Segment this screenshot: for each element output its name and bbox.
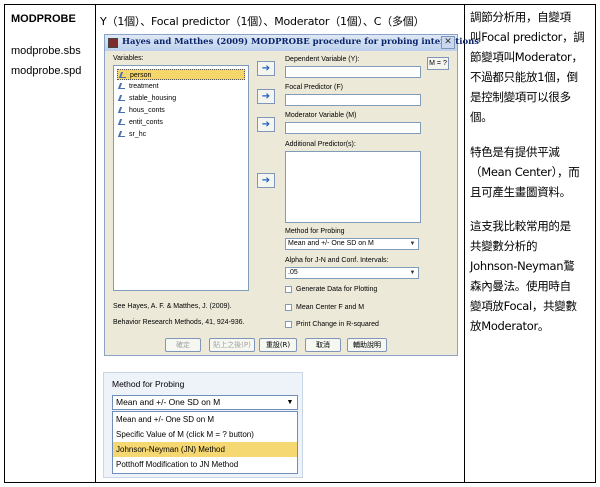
method-select[interactable]: Mean and +/- One SD on M ▼ xyxy=(285,238,419,250)
cancel-button[interactable]: 取消 xyxy=(305,338,341,352)
method-option[interactable]: Specific Value of M (click M = ? button) xyxy=(113,427,297,442)
variable-item[interactable]: sr_hc xyxy=(117,129,245,140)
move-to-focal-button[interactable]: ➔ xyxy=(257,89,275,104)
additional-predictors-list[interactable] xyxy=(285,151,421,223)
moderator-label: Moderator Variable (M) xyxy=(285,112,357,119)
description-line: 節變項叫Moderator， xyxy=(470,50,583,64)
app-icon xyxy=(108,38,118,48)
description-line: 個。 xyxy=(470,110,493,124)
move-to-moderator-button[interactable]: ➔ xyxy=(257,117,275,132)
checkbox-box xyxy=(285,321,292,328)
move-to-dependent-button[interactable]: ➔ xyxy=(257,61,275,76)
scale-variable-icon xyxy=(117,83,128,89)
variable-item[interactable]: hous_conts xyxy=(117,105,245,116)
checkbox-box xyxy=(285,304,292,311)
method-dropdown-zoom: Method for Probing Mean and +/- One SD o… xyxy=(103,372,303,478)
scale-variable-icon xyxy=(117,119,128,125)
reference-line: Behavior Research Methods, 41, 924-936. xyxy=(113,319,245,326)
method-options-list[interactable]: Mean and +/- One SD on M Specific Value … xyxy=(112,411,298,474)
description-line: 特色是有提供平減 xyxy=(470,145,560,159)
m-value-button[interactable]: M = ? xyxy=(427,57,449,70)
method-label: Method for Probing xyxy=(112,379,185,389)
method-option[interactable]: Potthoff Modification to JN Method xyxy=(113,457,297,472)
alpha-select[interactable]: .05 ▼ xyxy=(285,267,419,279)
method-label: Method for Probing xyxy=(285,228,345,235)
reset-button[interactable]: 重設(R) xyxy=(259,338,297,352)
description-line: 放Moderator。 xyxy=(470,319,550,333)
dialog-titlebar: Hayes and Matthes (2009) MODPROBE proced… xyxy=(105,35,479,51)
right-arrow-icon: ➔ xyxy=(261,175,271,186)
description-line: （Mean Center），而 xyxy=(470,165,580,179)
package-title: MODPROBE xyxy=(11,13,76,25)
chevron-down-icon: ▼ xyxy=(286,399,294,406)
move-to-additional-button[interactable]: ➔ xyxy=(257,173,275,188)
focal-field[interactable] xyxy=(285,94,421,106)
description-line: 調節分析用，自變項 xyxy=(470,10,571,24)
mean-center-checkbox[interactable]: Mean Center F and M xyxy=(285,303,364,313)
right-arrow-icon: ➔ xyxy=(261,119,271,130)
variable-item[interactable]: stable_housing xyxy=(117,93,245,104)
modprobe-dialog: Hayes and Matthes (2009) MODPROBE proced… xyxy=(104,34,479,356)
method-option-selected[interactable]: Johnson-Neyman (JN) Method xyxy=(113,442,297,457)
alpha-label: Alpha for J-N and Conf. Intervals: xyxy=(285,257,389,264)
variables-list[interactable]: person treatment stable_housing hous_con… xyxy=(113,65,249,291)
scale-variable-icon xyxy=(117,107,128,113)
variable-item[interactable]: person xyxy=(117,69,245,80)
right-arrow-icon: ➔ xyxy=(261,63,271,74)
dependent-label: Dependent Variable (Y): xyxy=(285,56,360,63)
generate-data-checkbox[interactable]: Generate Data for Plotting xyxy=(285,285,377,295)
description-line: Johnson-Neyman鶩 xyxy=(470,259,575,273)
reference-line: See Hayes, A. F. & Matthes, J. (2009). xyxy=(113,303,232,310)
right-arrow-icon: ➔ xyxy=(261,91,271,102)
method-select[interactable]: Mean and +/- One SD on M ▼ xyxy=(112,395,298,410)
description-line: 這支我比較常用的是 xyxy=(470,219,571,233)
additional-label: Additional Predictor(s): xyxy=(285,141,356,148)
description-line: 是控制變項可以很多 xyxy=(470,90,571,104)
variables-label: Variables: xyxy=(113,55,144,62)
focal-label: Focal Predictor (F) xyxy=(285,84,343,91)
variables-summary: Y（1個）、Focal predictor（1個）、Moderator（1個）、… xyxy=(100,15,425,28)
close-icon[interactable]: ✕ xyxy=(441,36,455,49)
description-line: 森內曼法。使用時自 xyxy=(470,279,571,293)
print-change-checkbox[interactable]: Print Change in R-squared xyxy=(285,320,379,330)
variable-item[interactable]: entit_conts xyxy=(117,117,245,128)
ok-button[interactable]: 確定 xyxy=(165,338,201,352)
description-line: 不過都只能放1個，倒 xyxy=(470,70,578,84)
scale-variable-icon xyxy=(118,72,129,78)
chevron-down-icon: ▼ xyxy=(409,270,416,276)
variable-item[interactable]: treatment xyxy=(117,81,245,92)
checkbox-box xyxy=(285,286,292,293)
dependent-field[interactable] xyxy=(285,66,421,78)
dialog-title: Hayes and Matthes (2009) MODPROBE proced… xyxy=(122,37,480,47)
description-line: 且可產生畫圖資料。 xyxy=(470,185,571,199)
moderator-field[interactable] xyxy=(285,122,421,134)
description-line: 變項放Focal，共變數 xyxy=(470,299,577,313)
table-cell-name: MODPROBE modprobe.sbs modprobe.spd xyxy=(4,4,96,483)
description-line: 叫Focal predictor，調 xyxy=(470,30,585,44)
scale-variable-icon xyxy=(117,131,128,137)
chevron-down-icon: ▼ xyxy=(409,241,416,247)
help-button[interactable]: 輔助說明 xyxy=(347,338,387,352)
paste-button[interactable]: 貼上之後(P) xyxy=(209,338,255,352)
scale-variable-icon xyxy=(117,95,128,101)
description-line: 共變數分析的 xyxy=(470,239,538,253)
method-option[interactable]: Mean and +/- One SD on M xyxy=(113,412,297,427)
file-name-spd: modprobe.spd xyxy=(11,65,82,77)
file-name-sbs: modprobe.sbs xyxy=(11,45,81,57)
